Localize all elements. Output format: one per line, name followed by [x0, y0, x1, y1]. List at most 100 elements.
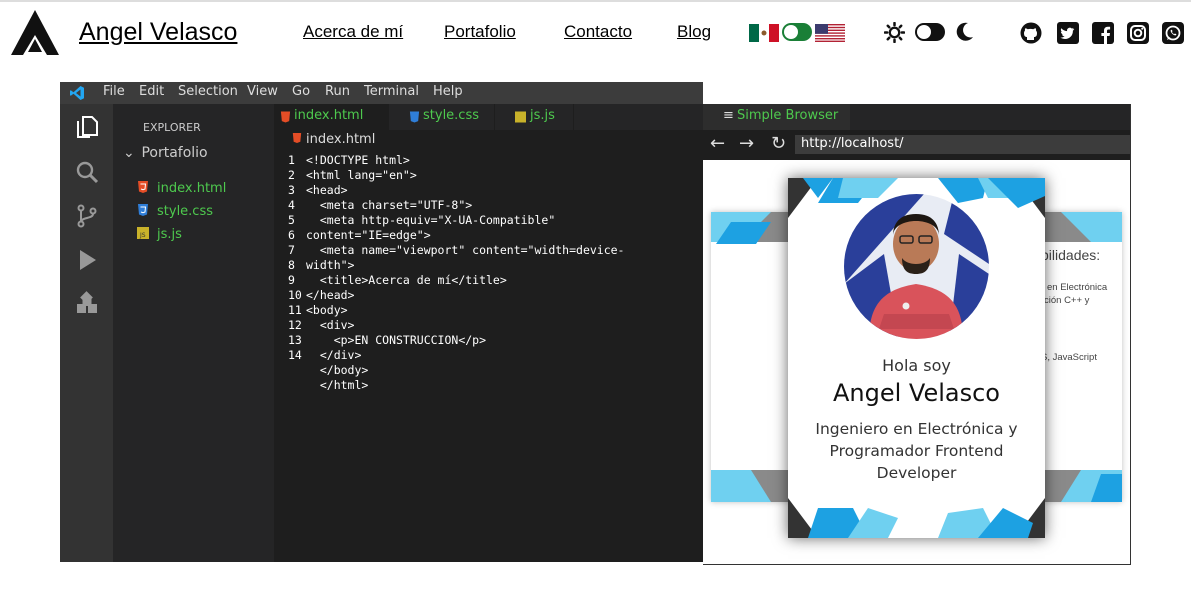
menu-edit[interactable]: Edit [139, 84, 164, 99]
browser-toolbar: ← → ↻ http://localhost/ [703, 130, 1130, 160]
menu-run[interactable]: Run [325, 84, 350, 99]
skills-line: ción C++ y [1044, 295, 1090, 306]
reload-icon[interactable]: ↻ [771, 135, 786, 153]
moon-icon [956, 22, 973, 41]
nav-link-contact[interactable]: Contacto [564, 22, 632, 42]
menu-help[interactable]: Help [433, 84, 463, 99]
whatsapp-icon[interactable] [1162, 22, 1184, 44]
code-text: width"> [306, 258, 355, 272]
back-arrow-icon[interactable]: ← [710, 135, 725, 153]
javascript-icon [515, 111, 526, 123]
forward-arrow-icon[interactable]: → [739, 135, 754, 153]
code-line: 3 <head> [274, 183, 703, 198]
profile-name: Angel Velasco [832, 379, 1000, 407]
code-text: <title>Acerca de mí</title> [306, 273, 507, 287]
tab-label: Simple Browser [737, 108, 839, 123]
tab-index-html[interactable]: index.html [274, 104, 389, 130]
line-number: 7 [288, 243, 295, 257]
github-icon[interactable] [1020, 22, 1042, 44]
source-control-icon[interactable] [74, 203, 100, 229]
code-editor[interactable]: index.html 1 <!DOCTYPE html> 2 <html lang="… [274, 130, 703, 562]
line-number: 2 [288, 168, 295, 182]
code-line: 11 <body> [274, 303, 703, 318]
file-item-style-css[interactable]: style.css [137, 204, 213, 219]
profile-photo [844, 194, 989, 339]
menu-file[interactable]: File [103, 84, 125, 99]
profile-photo-image [844, 194, 989, 339]
code-line: 14 </div> [274, 348, 703, 363]
language-toggle[interactable] [782, 23, 812, 41]
html5-icon [280, 111, 291, 123]
facebook-icon[interactable] [1092, 22, 1114, 44]
code-text: <meta name="viewport" content="width=dev… [306, 243, 625, 257]
run-debug-icon[interactable] [74, 247, 100, 273]
svg-text:JS: JS [139, 232, 146, 239]
mexico-flag-icon [749, 24, 779, 42]
code-text: <p>EN CONSTRUCCION</p> [306, 333, 487, 347]
tab-label: js.js [530, 108, 555, 123]
explorer-title: EXPLORER [143, 121, 201, 134]
skills-heading: bilidades: [1041, 247, 1101, 263]
code-line: 1 <!DOCTYPE html> [274, 153, 703, 168]
code-line: 2 <html lang="en"> [274, 168, 703, 183]
activity-bar [60, 104, 113, 562]
nav-link-portfolio[interactable]: Portafolio [444, 22, 516, 42]
code-text: </body> [306, 363, 369, 377]
code-line: 7 <meta name="viewport" content="width=d… [274, 243, 703, 258]
menu-selection[interactable]: Selection [178, 84, 238, 99]
explorer-files-icon[interactable] [74, 114, 100, 140]
code-text: <head> [306, 183, 348, 197]
code-text: </head> [306, 288, 355, 302]
tab-js-js[interactable]: js.js [495, 104, 574, 130]
simple-browser-panel: ≡ Simple Browser ← → ↻ http://localhost/… [703, 104, 1131, 565]
toggle-knob [784, 25, 798, 39]
tab-style-css[interactable]: style.css [389, 104, 495, 130]
theme-toggle[interactable] [915, 23, 945, 41]
javascript-icon: JS [137, 227, 149, 239]
file-label: js.js [157, 227, 182, 242]
extensions-icon[interactable] [74, 291, 100, 317]
nav-link-blog[interactable]: Blog [677, 22, 711, 42]
tab-label: style.css [423, 108, 479, 123]
folder-portfolio[interactable]: ⌄ Portafolio [123, 145, 208, 161]
file-item-index-html[interactable]: index.html [137, 181, 226, 196]
skills-line: S, JavaScript [1041, 352, 1097, 363]
tab-simple-browser[interactable]: ≡ Simple Browser [703, 104, 850, 130]
line-number: 4 [288, 198, 295, 212]
code-line: </html> [274, 378, 703, 393]
url-input[interactable]: http://localhost/ [795, 135, 1130, 154]
menu-go[interactable]: Go [292, 84, 310, 99]
line-number: 3 [288, 183, 295, 197]
menu-view[interactable]: View [247, 84, 278, 99]
twitter-icon[interactable] [1057, 22, 1079, 44]
instagram-icon[interactable] [1127, 22, 1149, 44]
file-item-js-js[interactable]: JS js.js [137, 227, 182, 242]
breadcrumb[interactable]: index.html [292, 132, 375, 147]
search-icon[interactable] [74, 159, 100, 185]
code-line: 4 <meta charset="UTF-8"> [274, 198, 703, 213]
site-name-link[interactable]: Angel Velasco [79, 18, 237, 47]
usa-flag-icon [815, 24, 845, 42]
html5-icon [138, 181, 148, 193]
greeting-text: Hola soy [882, 356, 951, 375]
chevron-down-icon: ⌄ [123, 145, 135, 161]
code-line: 8 width"> [274, 258, 703, 273]
code-lines: 1 <!DOCTYPE html> 2 <html lang="en"> 3 <head>… [274, 153, 703, 393]
browser-viewport: bilidades: en Electrónica ción C++ y S, … [703, 160, 1130, 564]
editor-tabs: index.html style.css js.js [274, 104, 703, 130]
code-line: 13 <p>EN CONSTRUCCION</p> [274, 333, 703, 348]
menu-terminal[interactable]: Terminal [364, 84, 419, 99]
line-number: 12 [288, 318, 302, 332]
code-line: 9 <title>Acerca de mí</title> [274, 273, 703, 288]
line-number: 8 [288, 258, 295, 272]
sun-icon [884, 22, 905, 43]
folder-label: Portafolio [141, 145, 208, 161]
apex-logo-icon[interactable] [9, 8, 61, 60]
line-number: 14 [288, 348, 302, 362]
nav-link-about[interactable]: Acerca de mí [303, 22, 403, 42]
vscode-window: File Edit Selection View Go Run Terminal… [60, 82, 703, 562]
vscode-logo-icon [70, 86, 84, 100]
browser-tab-bar: ≡ Simple Browser [703, 104, 1130, 130]
code-text: <meta charset="UTF-8"> [306, 198, 473, 212]
explorer-sidebar: EXPLORER ⌄ Portafolio index.html style.c… [113, 104, 274, 562]
